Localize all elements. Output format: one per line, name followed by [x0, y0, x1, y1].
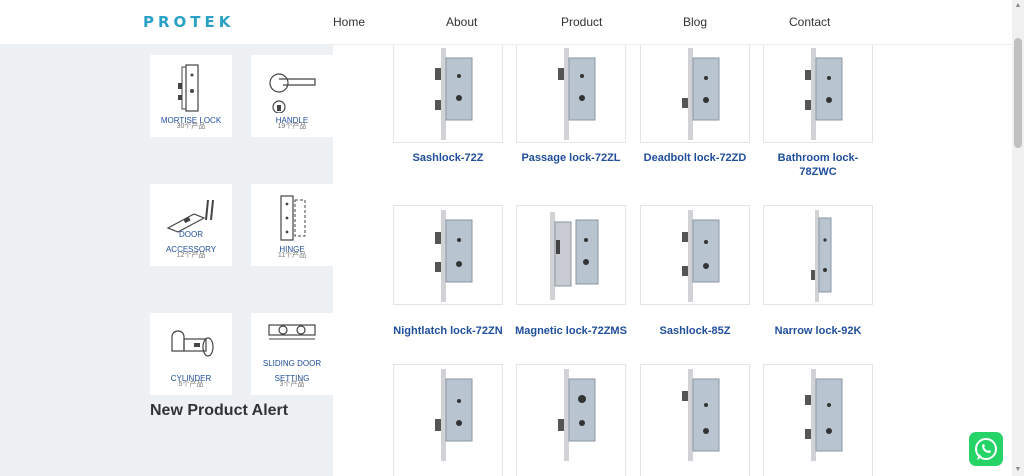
product-image-card[interactable] — [516, 205, 626, 305]
scroll-down-arrow-icon[interactable]: ▼ — [1014, 466, 1022, 474]
lock-product-image — [682, 210, 720, 302]
product-image-card[interactable] — [640, 205, 750, 305]
lock-product-image — [558, 369, 596, 461]
category-hinge[interactable]: HINGE 11个产品 — [251, 184, 333, 266]
lock-product-image — [435, 369, 473, 461]
nav-home[interactable]: Home — [333, 15, 365, 29]
page-scrollbar[interactable]: ▲ ▼ — [1012, 0, 1024, 476]
lock-product-image — [682, 369, 720, 461]
scroll-thumb[interactable] — [1014, 38, 1022, 148]
hinge-icon — [280, 195, 306, 241]
nav-contact[interactable]: Contact — [789, 15, 830, 29]
category-count: 12个产品 — [176, 252, 206, 259]
nav-blog[interactable]: Blog — [683, 15, 707, 29]
whatsapp-button[interactable] — [969, 432, 1003, 466]
product-name[interactable]: Deadbolt lock-72ZD — [630, 151, 760, 165]
lock-product-image — [435, 210, 473, 302]
product-image-card[interactable] — [393, 364, 503, 476]
product-image-card[interactable] — [640, 364, 750, 476]
whatsapp-icon — [975, 438, 997, 460]
product-image-card[interactable] — [393, 205, 503, 305]
product-image-card[interactable] — [763, 43, 873, 143]
nav-product[interactable]: Product — [561, 15, 602, 29]
logo[interactable]: PROTEK — [143, 13, 234, 31]
category-count: 11个产品 — [277, 252, 307, 259]
product-name[interactable]: Sashlock-85Z — [630, 324, 760, 338]
scroll-up-arrow-icon[interactable]: ▲ — [1014, 2, 1022, 10]
cylinder-icon — [171, 330, 214, 357]
lock-product-image — [805, 48, 843, 140]
handle-icon — [269, 73, 316, 113]
lock-product-image — [811, 210, 832, 302]
category-cylinder[interactable]: CYLINDER 5个产品 — [150, 313, 232, 395]
lock-product-image — [805, 369, 843, 461]
category-count: 30个产品 — [176, 123, 206, 130]
product-name[interactable]: Nightlatch lock-72ZN — [383, 324, 513, 338]
lock-product-image — [558, 48, 596, 140]
mortise-lock-icon — [178, 64, 199, 112]
site-header: PROTEK Home About Product Blog Contact — [0, 0, 1012, 45]
category-label: SLIDING DOOR — [262, 359, 322, 368]
lock-product-image — [435, 48, 473, 140]
category-mortise-lock[interactable]: MORTISE LOCK 30个产品 — [150, 55, 232, 137]
category-count: 5个产品 — [178, 381, 204, 388]
new-product-alert-title: New Product Alert — [150, 402, 289, 419]
product-image-card[interactable] — [516, 43, 626, 143]
product-name[interactable]: Magnetic lock-72ZMS — [506, 324, 636, 338]
category-door-accessory[interactable]: DOOR ACCESSORY 12个产品 — [150, 184, 232, 266]
product-name-line-2[interactable]: 78ZWC — [753, 165, 883, 179]
product-image-card[interactable] — [763, 364, 873, 476]
category-count: 3个产品 — [279, 381, 305, 388]
lock-product-image — [682, 48, 720, 140]
product-image-card[interactable] — [393, 43, 503, 143]
lock-product-image — [550, 212, 599, 300]
category-sidebar: MORTISE LOCK 30个产品 HANDLE 19个产品 DOOR ACC… — [0, 45, 333, 476]
category-label: DOOR — [179, 230, 203, 239]
category-handle[interactable]: HANDLE 19个产品 — [251, 55, 333, 137]
nav-about[interactable]: About — [446, 15, 477, 29]
product-name[interactable]: Narrow lock-92K — [753, 324, 883, 338]
product-image-card[interactable] — [640, 43, 750, 143]
product-image-card[interactable] — [763, 205, 873, 305]
category-sliding-door-setting[interactable]: SLIDING DOOR SETTING 3个产品 — [251, 313, 333, 395]
category-count: 19个产品 — [277, 123, 307, 130]
product-name[interactable]: Passage lock-72ZL — [506, 151, 636, 165]
product-name[interactable]: Bathroom lock- — [753, 151, 883, 165]
product-image-card[interactable] — [516, 364, 626, 476]
product-name[interactable]: Sashlock-72Z — [383, 151, 513, 165]
